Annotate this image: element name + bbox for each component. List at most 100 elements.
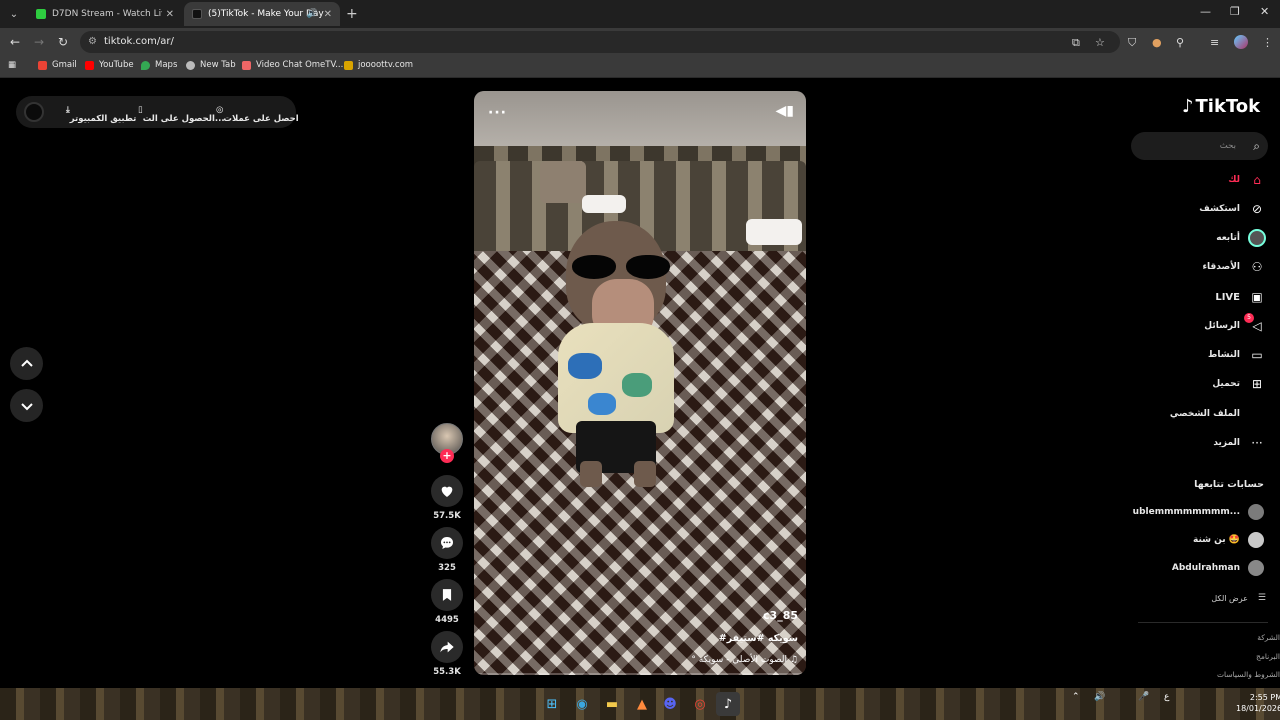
bookmark-youtube[interactable]: YouTube (85, 60, 134, 70)
see-all-button[interactable]: عرض الكل ☰ (1150, 590, 1266, 606)
following-account-item[interactable]: ublemmmmmmmm... (1110, 502, 1266, 522)
volume-icon[interactable]: ◀▮ (776, 103, 794, 119)
following-account-item[interactable]: Abdulrahman (1110, 558, 1266, 578)
nav-friends[interactable]: الأصدقاء ⚇ (1140, 255, 1270, 279)
nav-label: أتابعه (1216, 233, 1240, 243)
tiktok-page: ⤓ تطبيق الكمبيوتر ▯ الحصول على الت... ◎ … (0, 78, 1280, 688)
video-progress-bar[interactable] (474, 673, 806, 675)
footer-link-company[interactable]: الشركة (1200, 633, 1280, 642)
following-account-name: بن شنة 🤩 (1193, 535, 1240, 545)
nav-for-you[interactable]: لك ⌂ (1140, 168, 1270, 192)
input-language[interactable]: ع (1164, 692, 1169, 702)
bookmark-joooottv[interactable]: joooottv.com (344, 60, 413, 70)
nav-more[interactable]: المزيد ··· (1140, 431, 1270, 455)
minimize-icon[interactable]: — (1200, 5, 1211, 18)
following-account-name: Abdulrahman (1171, 563, 1240, 573)
forward-icon[interactable]: → (34, 35, 44, 49)
nav-label: المزيد (1213, 438, 1240, 448)
tray-overflow-icon[interactable]: ⌃ (1072, 692, 1080, 702)
bookmark-icon (442, 589, 452, 601)
nav-live[interactable]: LIVE ▣ (1140, 285, 1270, 309)
tiktok-logo[interactable]: ♪ TikTok (1182, 96, 1260, 117)
restore-icon[interactable]: ❐ (1230, 5, 1240, 18)
like-button[interactable] (431, 475, 463, 507)
chrome-icon[interactable]: ◎ (688, 692, 712, 716)
file-explorer-icon[interactable]: ▬ (600, 692, 624, 716)
close-tab-icon[interactable]: ✕ (324, 9, 332, 20)
video-music-title: ° الصوت الأصلي - سويكه (691, 655, 788, 665)
extension-icon[interactable]: ● (1152, 36, 1162, 49)
footer-link-program[interactable]: البرنامج (1200, 652, 1280, 661)
edge-icon[interactable]: ◉ (570, 692, 594, 716)
extensions-puzzle-icon[interactable]: ⚲ (1176, 36, 1184, 49)
following-account-name: ublemmmmmmmm... (1132, 507, 1240, 517)
tab-search-button[interactable]: ⌄ (4, 5, 24, 23)
nav-activity[interactable]: النشاط ▭ (1140, 343, 1270, 367)
avatar (1248, 560, 1264, 576)
video-more-options-icon[interactable]: ··· (488, 105, 507, 121)
nav-upload[interactable]: تحميل ⊞ (1140, 372, 1270, 396)
share-button[interactable] (431, 631, 463, 663)
video-author-username[interactable]: c3_85 (763, 609, 798, 622)
bookmark-maps[interactable]: Maps (141, 60, 177, 70)
kick-favicon-icon (36, 9, 46, 19)
mic-tray-icon[interactable]: 🎤 (1138, 692, 1149, 702)
profile-avatar[interactable] (1234, 35, 1248, 49)
app-a-icon[interactable]: ▲ (630, 692, 654, 716)
bookmark-label: Maps (155, 60, 178, 70)
taskbar-clock[interactable]: 2:55 PM 18/01/2026 (1236, 692, 1280, 714)
bookmark-gmail[interactable]: Gmail (38, 60, 77, 70)
bookmark-label: joooottv.com (358, 60, 414, 70)
save-button[interactable] (431, 579, 463, 611)
video-music-row[interactable]: ° الصوت الأصلي - سويكه ♫ (691, 655, 798, 665)
volume-tray-icon[interactable]: 🔊 (1094, 692, 1105, 702)
chrome-menu-icon[interactable]: ⋮ (1262, 36, 1273, 49)
audio-playing-icon[interactable]: 🔊 (307, 9, 318, 19)
close-window-icon[interactable]: ✕ (1260, 5, 1269, 18)
video-frame-leg (580, 461, 602, 487)
tab-tiktok[interactable]: (5)TikTok - Make Your Day 🔊 ✕ (184, 2, 340, 26)
extension-shield-icon[interactable]: ⛉ (1128, 36, 1136, 50)
desktop-app-link[interactable]: ⤓ تطبيق الكمبيوتر (66, 105, 136, 124)
search-input[interactable]: بحث ⌕ (1131, 132, 1268, 160)
footer-link-terms[interactable]: الشروط والسياسات (1200, 670, 1280, 679)
bookmark-star-icon[interactable]: ☆ (1095, 36, 1105, 49)
bookmark-label: YouTube (99, 60, 134, 70)
bookmark-new-tab[interactable]: New Tab (186, 60, 236, 70)
site-info-icon[interactable]: ⚙ (88, 31, 97, 53)
nav-messages[interactable]: الرسائل ◁ 5 (1140, 313, 1270, 338)
new-tab-button[interactable]: + (346, 6, 358, 22)
upload-icon: ⊞ (1251, 377, 1263, 391)
more-icon: ··· (1251, 436, 1263, 450)
save-count: 4495 (435, 615, 459, 625)
video-hashtags[interactable]: #سويكه #ستيفر (719, 633, 798, 644)
search-icon[interactable]: ⌕ (1253, 132, 1260, 160)
close-tab-icon[interactable]: ✕ (166, 9, 174, 20)
previous-video-button[interactable] (10, 347, 43, 380)
media-controls-icon[interactable]: ≡ (1210, 36, 1219, 49)
nav-following[interactable]: أتابعه (1140, 226, 1270, 250)
comment-button[interactable] (431, 527, 463, 559)
follow-plus-button[interactable]: + (440, 449, 454, 463)
install-app-icon[interactable]: ⧉ (1072, 36, 1080, 50)
following-account-item[interactable]: بن شنة 🤩 (1110, 530, 1266, 550)
get-app-link[interactable]: ▯ الحصول على الت... (138, 105, 225, 124)
back-icon[interactable]: ← (10, 35, 20, 49)
address-bar[interactable]: ⚙ tiktok.com/ar/ (80, 31, 1120, 53)
reload-icon[interactable]: ↻ (58, 35, 68, 49)
discord-icon[interactable]: ☻ (658, 692, 682, 716)
apps-grid-icon[interactable]: ▦ (8, 60, 16, 70)
nav-profile[interactable]: الملف الشخصي (1140, 402, 1270, 426)
video-player[interactable]: ··· ◀▮ c3_85 #سويكه #ستيفر ° الصوت الأصل… (474, 91, 806, 675)
bookmark-ometv[interactable]: Video Chat OmeTV... (242, 60, 343, 70)
tiktok-taskbar-icon[interactable]: ♪ (716, 692, 740, 716)
tab-d7dn[interactable]: D7DN Stream - Watch Live on K ✕ (28, 2, 182, 26)
get-coins-link[interactable]: ◎ احصل على عملات (216, 105, 299, 124)
clock-time: 2:55 PM (1249, 693, 1280, 702)
next-video-button[interactable] (10, 389, 43, 422)
video-frame-pillow (582, 195, 626, 213)
chevron-up-icon (20, 359, 33, 367)
video-frame-hoodie (558, 323, 674, 433)
nav-explore[interactable]: استكشف ⊘ (1140, 197, 1270, 221)
start-button-icon[interactable]: ⊞ (540, 692, 564, 716)
